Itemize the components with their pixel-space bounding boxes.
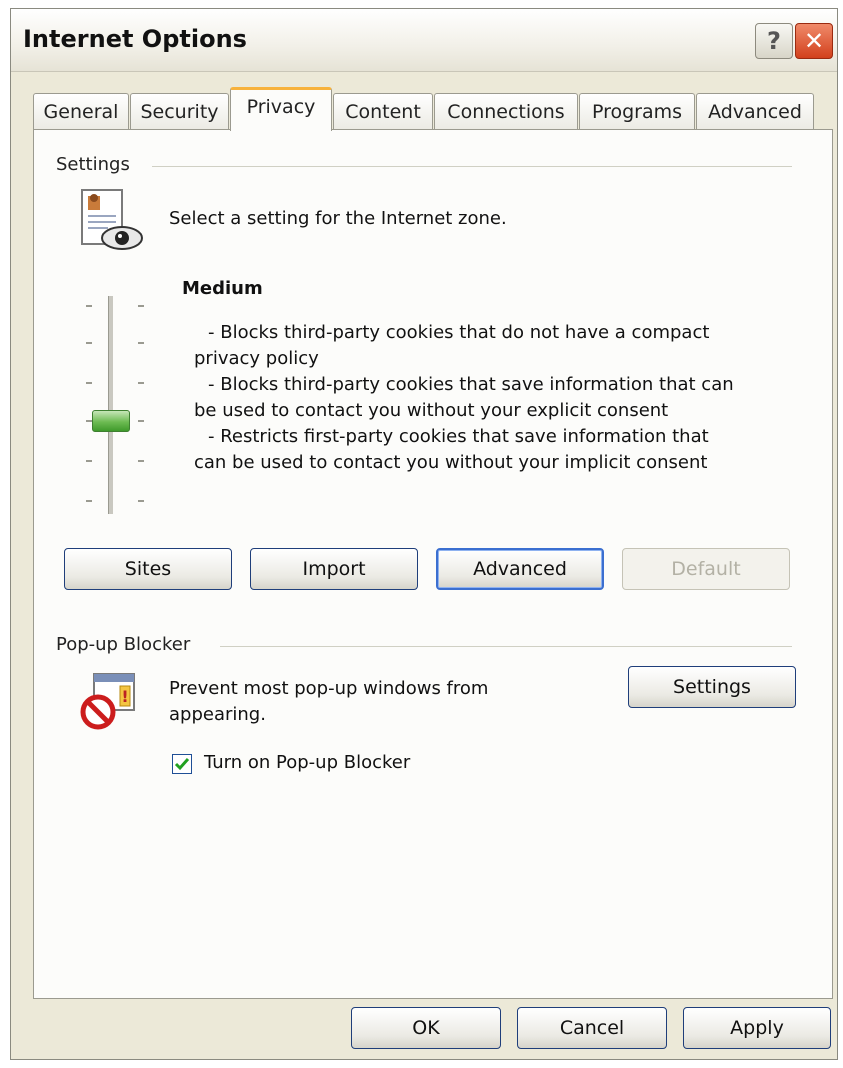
tab-strip: General Security Privacy Content Connect… bbox=[33, 87, 833, 131]
description-line: - Blocks third-party cookies that do not… bbox=[208, 322, 710, 343]
description-line: be used to contact you without your expl… bbox=[194, 400, 669, 421]
description-line: privacy policy bbox=[194, 348, 319, 369]
tab-label: Advanced bbox=[708, 100, 802, 123]
slider-tick bbox=[138, 342, 144, 344]
popup-text-line: Prevent most pop-up windows from bbox=[169, 678, 489, 699]
sites-button[interactable]: Sites bbox=[64, 548, 232, 590]
popup-blocker-checkbox-label[interactable]: Turn on Pop-up Blocker bbox=[204, 750, 410, 776]
privacy-level-description: - Blocks third-party cookies that do not… bbox=[194, 320, 814, 476]
ok-button[interactable]: OK bbox=[351, 1007, 501, 1049]
close-icon: ✕ bbox=[803, 27, 825, 55]
tab-security[interactable]: Security bbox=[130, 93, 229, 129]
popup-blocked-icon: ! bbox=[80, 670, 140, 730]
help-icon: ? bbox=[767, 27, 781, 55]
tab-label: Privacy bbox=[246, 96, 316, 118]
slider-thumb[interactable] bbox=[92, 410, 130, 432]
tab-advanced[interactable]: Advanced bbox=[696, 93, 814, 129]
cancel-button[interactable]: Cancel bbox=[517, 1007, 667, 1049]
tab-label: Security bbox=[140, 100, 219, 123]
slider-tick bbox=[86, 500, 92, 502]
popup-settings-button[interactable]: Settings bbox=[628, 666, 796, 708]
description-line: - Restricts first-party cookies that sav… bbox=[208, 426, 709, 447]
tab-label: Programs bbox=[591, 100, 683, 123]
tab-programs[interactable]: Programs bbox=[579, 93, 695, 129]
slider-tick bbox=[138, 305, 144, 307]
svg-text:!: ! bbox=[121, 687, 128, 706]
default-button: Default bbox=[622, 548, 790, 590]
checkmark-icon bbox=[174, 758, 190, 771]
popup-blocker-description: Prevent most pop-up windows from appeari… bbox=[169, 676, 569, 728]
popup-blocker-group-label: Pop-up Blocker bbox=[56, 634, 191, 655]
internet-options-dialog: Internet Options ? ✕ General Security Pr… bbox=[10, 8, 838, 1060]
privacy-panel: Settings Select a setting for the Intern… bbox=[33, 129, 833, 999]
slider-track bbox=[108, 296, 113, 514]
help-button[interactable]: ? bbox=[755, 23, 793, 59]
slider-tick bbox=[138, 500, 144, 502]
description-line: can be used to contact you without your … bbox=[194, 452, 708, 473]
zone-instruction-text: Select a setting for the Internet zone. bbox=[169, 208, 507, 229]
slider-tick bbox=[86, 305, 92, 307]
apply-button[interactable]: Apply bbox=[683, 1007, 831, 1049]
settings-group-divider bbox=[152, 166, 792, 167]
slider-tick bbox=[86, 382, 92, 384]
tab-privacy[interactable]: Privacy bbox=[230, 87, 332, 131]
close-button[interactable]: ✕ bbox=[795, 23, 833, 59]
slider-tick bbox=[86, 460, 92, 462]
title-bar: Internet Options ? ✕ bbox=[11, 9, 837, 72]
tab-connections[interactable]: Connections bbox=[434, 93, 578, 129]
slider-tick bbox=[86, 342, 92, 344]
popup-text-line: appearing. bbox=[169, 704, 266, 725]
slider-tick bbox=[138, 460, 144, 462]
tab-content[interactable]: Content bbox=[333, 93, 433, 129]
description-line: - Blocks third-party cookies that save i… bbox=[208, 374, 734, 395]
popup-blocker-group-divider bbox=[220, 646, 792, 647]
privacy-document-eye-icon bbox=[80, 188, 144, 254]
slider-tick bbox=[138, 382, 144, 384]
tab-general[interactable]: General bbox=[33, 93, 129, 129]
tab-label: Connections bbox=[447, 100, 565, 123]
privacy-level-title: Medium bbox=[182, 278, 263, 299]
popup-blocker-checkbox[interactable] bbox=[172, 754, 192, 774]
settings-group-label: Settings bbox=[56, 154, 130, 175]
tab-label: General bbox=[43, 100, 119, 123]
slider-tick bbox=[138, 420, 144, 422]
tab-label: Content bbox=[345, 100, 421, 123]
import-button[interactable]: Import bbox=[250, 548, 418, 590]
advanced-button[interactable]: Advanced bbox=[436, 548, 604, 590]
window-title: Internet Options bbox=[23, 25, 247, 53]
